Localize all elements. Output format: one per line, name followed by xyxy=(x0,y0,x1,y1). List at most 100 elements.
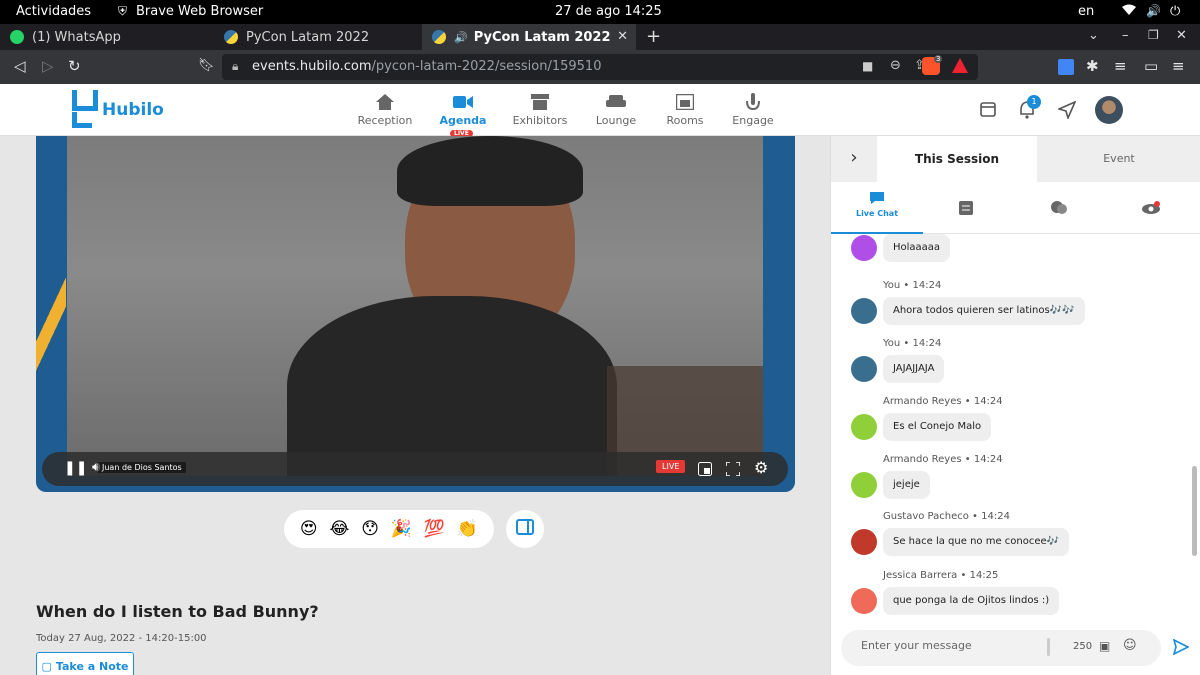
message-bubble: JAJAJJAJA xyxy=(883,355,945,383)
notes-icon[interactable] xyxy=(959,200,973,219)
emoji-icon[interactable]: ☺ xyxy=(1123,638,1137,653)
nav-exhibitors[interactable]: Exhibitors xyxy=(500,92,580,127)
logo-text[interactable]: Hubilo xyxy=(102,100,164,120)
message-bubble: que ponga la de Ojitos lindos :) xyxy=(883,587,1060,615)
tab-whatsapp[interactable]: (1) WhatsApp xyxy=(0,24,212,50)
toggle-panel-button[interactable] xyxy=(506,510,544,548)
user-avatar[interactable] xyxy=(1095,96,1123,124)
address-bar[interactable]: 🔒︎ events.hubilo.com/pycon-latam-2022/se… xyxy=(222,54,978,80)
message-input[interactable] xyxy=(861,639,1041,652)
menu-icon[interactable]: ≡ xyxy=(1172,58,1185,74)
reaction-party-icon[interactable]: 🎉 xyxy=(391,519,412,539)
nav-engage[interactable]: Engage xyxy=(713,92,793,127)
volume-icon[interactable]: 🔊 xyxy=(1146,4,1161,18)
session-sidebar: › This Session Event Live Chat Holaaaaa Y… xyxy=(830,136,1200,675)
message-meta: Armando Reyes • 14:24 xyxy=(883,454,1003,465)
bookmark-icon[interactable]: 🔖︎ xyxy=(198,58,215,74)
pause-icon[interactable]: ❚❚ xyxy=(64,460,87,476)
reaction-hundred-icon[interactable]: 💯 xyxy=(424,519,445,539)
restore-icon[interactable]: ❐ xyxy=(1148,28,1159,42)
nav-lounge[interactable]: Lounge xyxy=(576,92,656,127)
send-message-icon[interactable] xyxy=(1172,638,1190,659)
reaction-clap-icon[interactable]: 👏 xyxy=(457,519,478,539)
extensions-icon[interactable]: ✱ xyxy=(1086,58,1099,74)
sidebar-toggle-icon xyxy=(516,519,534,539)
calendar-icon[interactable] xyxy=(980,100,998,122)
video-stream[interactable] xyxy=(67,136,763,476)
chat-avatar[interactable] xyxy=(851,356,877,382)
reaction-heart-eyes-icon[interactable]: 😍 xyxy=(300,519,318,539)
minimize-icon[interactable]: – xyxy=(1122,28,1129,43)
tab-search-icon[interactable]: ⌄ xyxy=(1088,28,1099,43)
live-indicator[interactable]: LIVE xyxy=(656,460,686,473)
video-player[interactable]: ❚❚ 🔊︎ Juan de Dios Santos LIVE ⚙ xyxy=(36,136,795,492)
chat-avatar[interactable] xyxy=(851,235,877,261)
back-icon[interactable]: ◁ xyxy=(14,58,26,74)
audio-playing-icon[interactable]: 🔊 xyxy=(454,31,468,44)
close-window-icon[interactable]: ✕ xyxy=(1176,28,1187,43)
send-icon[interactable] xyxy=(1056,100,1077,123)
sticker-icon[interactable]: ▣ xyxy=(1099,639,1110,653)
url-text[interactable]: events.hubilo.com/pycon-latam-2022/sessi… xyxy=(252,59,601,74)
sofa-icon xyxy=(576,92,656,112)
nav-agenda[interactable]: Agenda LIVE xyxy=(423,92,503,142)
tab-title: PyCon Latam 2022 xyxy=(246,29,370,45)
brave-rewards-icon[interactable] xyxy=(952,58,968,73)
forward-icon[interactable]: ▷ xyxy=(42,58,54,74)
chat-avatar[interactable] xyxy=(851,529,877,555)
take-note-button[interactable]: ▢ Take a Note xyxy=(36,652,134,675)
message-meta: You • 14:24 xyxy=(883,280,942,291)
char-count: 250 xyxy=(1073,641,1093,652)
qa-icon[interactable] xyxy=(1051,200,1067,219)
tab-live-chat[interactable]: Live Chat xyxy=(831,190,923,234)
chat-message: You • 14:24 Ahora todos quieren ser latin… xyxy=(849,280,1179,336)
nav-reception[interactable]: Reception xyxy=(345,92,425,127)
zoom-icon[interactable]: ⊖ xyxy=(890,58,901,73)
chat-message: You • 14:24 JAJAJJAJA xyxy=(849,338,1179,394)
message-bubble: Ahora todos quieren ser latinos🎶🎶 xyxy=(883,297,1085,325)
collapse-chevron-icon[interactable]: › xyxy=(831,136,877,182)
new-tab-icon[interactable]: + xyxy=(646,26,661,47)
close-tab-icon[interactable]: ✕ xyxy=(617,29,628,44)
playlist-icon[interactable]: ≡ xyxy=(1114,58,1127,74)
camera-icon[interactable]: ■ xyxy=(862,59,873,73)
video-controls: ❚❚ 🔊︎ Juan de Dios Santos LIVE ⚙ xyxy=(42,452,788,486)
chat-scrollbar[interactable] xyxy=(1192,466,1197,556)
shields-count: 3 xyxy=(934,55,943,63)
tab-pycon-active[interactable]: 🔊 PyCon Latam 2022 ✕ xyxy=(422,24,636,50)
chat-avatar[interactable] xyxy=(851,472,877,498)
reaction-laughing-icon[interactable]: 😂 xyxy=(330,519,350,539)
system-top-bar: Actividades ⛨ Brave Web Browser 27 de ag… xyxy=(0,0,1200,24)
video-camera-icon xyxy=(423,92,503,112)
clock[interactable]: 27 de ago 14:25 xyxy=(555,4,662,19)
fullscreen-icon[interactable] xyxy=(725,461,741,480)
chat-avatar[interactable] xyxy=(851,414,877,440)
message-bubble: jejeje xyxy=(883,471,930,499)
speaker-hair xyxy=(397,136,583,206)
hubilo-logo-icon[interactable] xyxy=(72,90,98,128)
wifi-icon[interactable] xyxy=(1122,4,1136,19)
app-name[interactable]: Brave Web Browser xyxy=(136,4,263,19)
tab-pycon-1[interactable]: PyCon Latam 2022 xyxy=(214,24,420,50)
message-bubble: Holaaaaa xyxy=(883,234,951,262)
tab-title: (1) WhatsApp xyxy=(32,29,121,45)
activities-button[interactable]: Actividades xyxy=(16,4,91,19)
session-time: Today 27 Aug, 2022 - 14:20-15:00 xyxy=(36,633,207,644)
translate-icon[interactable] xyxy=(1058,59,1074,75)
wallet-icon[interactable]: ▭ xyxy=(1144,58,1158,74)
viewers-eye-icon[interactable] xyxy=(1141,200,1161,219)
chat-avatar[interactable] xyxy=(851,588,877,614)
message-meta: Jessica Barrera • 14:25 xyxy=(883,570,999,581)
tab-event[interactable]: Event xyxy=(1037,136,1200,182)
message-meta: Armando Reyes • 14:24 xyxy=(883,396,1003,407)
reload-icon[interactable]: ↻ xyxy=(68,58,81,74)
reaction-surprised-icon[interactable]: 😯 xyxy=(361,519,379,539)
tab-this-session[interactable]: This Session xyxy=(877,136,1037,182)
pip-icon[interactable] xyxy=(698,461,712,480)
power-icon[interactable]: ⏻ xyxy=(1170,4,1180,19)
language-indicator[interactable]: en xyxy=(1078,4,1094,19)
settings-gear-icon[interactable]: ⚙ xyxy=(754,458,768,477)
reaction-bar: 😍 😂 😯 🎉 💯 👏 xyxy=(284,510,494,548)
chat-avatar[interactable] xyxy=(851,298,877,324)
tab-title: PyCon Latam 2022 xyxy=(473,29,611,45)
